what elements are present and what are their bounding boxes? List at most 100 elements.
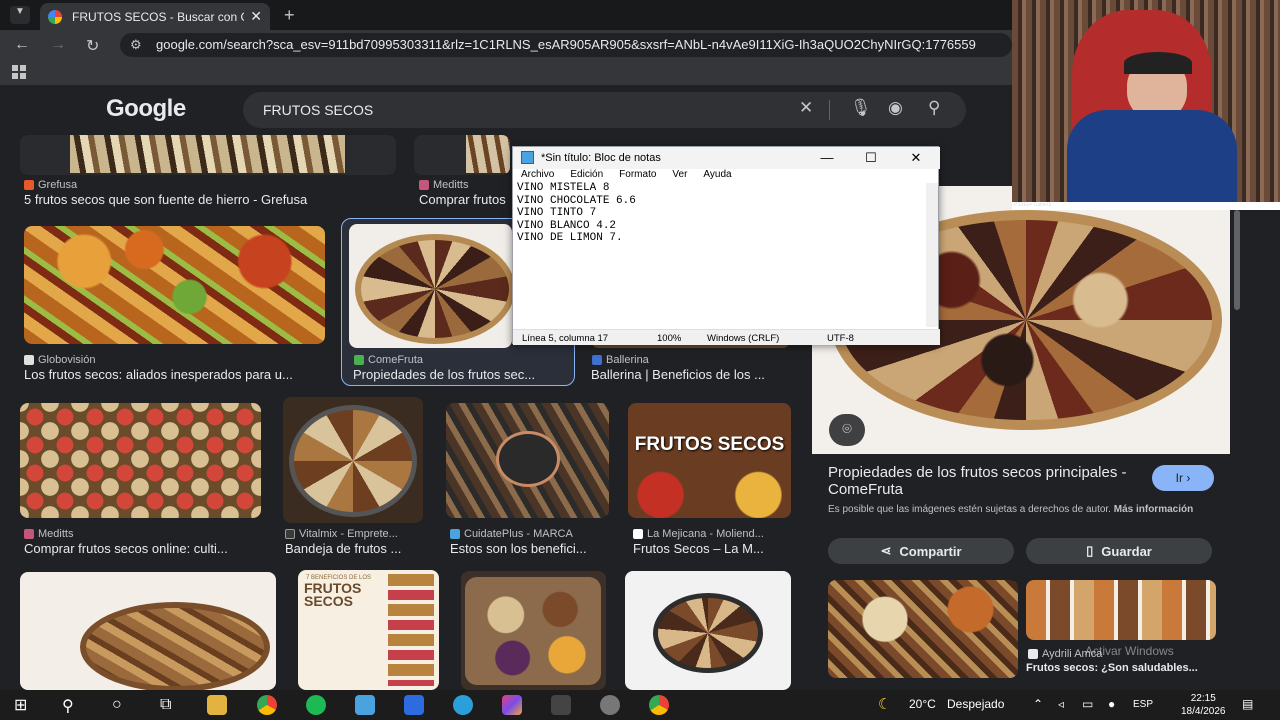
google-header: Google FRUTOS SECOS ✕ 🎙 ◉ ⚲ bbox=[0, 85, 1012, 135]
moon-weather-icon: ☾ bbox=[878, 696, 892, 713]
result-title[interactable]: Frutos Secos – La M... bbox=[633, 541, 791, 556]
notepad-text-area[interactable]: VINO MISTELA 8 VINO CHOCOLATE 6.6 VINO T… bbox=[517, 182, 922, 327]
lens-icon[interactable]: ⌾ bbox=[829, 414, 865, 446]
result-image[interactable] bbox=[24, 226, 325, 344]
search-box[interactable]: FRUTOS SECOS ✕ 🎙 ◉ ⚲ bbox=[243, 92, 966, 128]
save-button[interactable]: ▯ Guardar bbox=[1026, 538, 1212, 564]
result-image[interactable] bbox=[20, 135, 396, 175]
notification-icon[interactable]: ▤ bbox=[1242, 697, 1253, 711]
more-info-link[interactable]: Más información bbox=[1114, 504, 1193, 515]
close-button[interactable]: ✕ bbox=[894, 148, 938, 168]
weather-desc[interactable]: Despejado bbox=[947, 697, 1004, 711]
result-title[interactable]: Comprar frutos bbox=[419, 192, 511, 207]
menu-edicion[interactable]: Edición bbox=[562, 169, 611, 183]
notepad-titlebar[interactable]: *Sin título: Bloc de notas — ☐ ✕ bbox=[513, 147, 940, 169]
start-windows-icon[interactable]: ⊞ bbox=[14, 695, 27, 715]
steam-icon[interactable] bbox=[600, 695, 620, 715]
menu-ayuda[interactable]: Ayuda bbox=[695, 169, 739, 183]
notepad-window[interactable]: *Sin título: Bloc de notas — ☐ ✕ Archivo… bbox=[512, 146, 940, 345]
file-explorer-icon[interactable] bbox=[207, 695, 227, 715]
result-title[interactable]: Ballerina | Beneficios de los ... bbox=[591, 367, 789, 382]
tab-close-icon[interactable]: ✕ bbox=[250, 8, 262, 25]
taskbar: ⊞ ⚲ ○ ⧉ ☾ 20°C Despejado ⌃ ◃ ▭ ● ESP 22:… bbox=[0, 690, 1280, 720]
tab-search-button[interactable]: ▼ bbox=[10, 6, 30, 24]
scrollbar[interactable] bbox=[1234, 210, 1240, 310]
notepad-scrollbar[interactable] bbox=[926, 183, 938, 327]
back-icon[interactable]: ← bbox=[14, 36, 30, 54]
notepad-menubar: Archivo Edición Formato Ver Ayuda bbox=[513, 169, 940, 183]
favicon-icon bbox=[450, 529, 460, 539]
new-tab-button[interactable]: + bbox=[284, 5, 295, 26]
bookmarks-bar bbox=[0, 60, 1012, 85]
result-image[interactable]: FRUTOS SECOS bbox=[628, 403, 791, 518]
clear-icon[interactable]: ✕ bbox=[799, 98, 813, 118]
mic-icon[interactable]: ● bbox=[1108, 697, 1115, 711]
language-indicator[interactable]: ESP bbox=[1133, 699, 1153, 710]
favicon-icon bbox=[285, 529, 295, 539]
notepad-statusbar: Línea 5, columna 17 100% Windows (CRLF) … bbox=[513, 329, 940, 345]
person-shirt bbox=[1067, 110, 1237, 210]
cortana-icon[interactable]: ○ bbox=[112, 696, 122, 714]
favicon-icon bbox=[24, 180, 34, 190]
chrome-profile-icon[interactable] bbox=[649, 695, 669, 715]
result-image[interactable] bbox=[625, 571, 791, 690]
related-image[interactable] bbox=[1026, 580, 1216, 640]
tab-google-search[interactable]: FRUTOS SECOS - Buscar con Go ✕ bbox=[40, 3, 270, 30]
result-title[interactable]: Propiedades de los frutos sec... bbox=[353, 367, 568, 382]
menu-archivo[interactable]: Archivo bbox=[513, 169, 562, 183]
reload-icon[interactable]: ↻ bbox=[86, 36, 99, 56]
menu-formato[interactable]: Formato bbox=[611, 169, 664, 183]
result-image[interactable] bbox=[20, 572, 276, 690]
result-title[interactable]: Comprar frutos secos online: culti... bbox=[24, 541, 261, 556]
minimize-button[interactable]: — bbox=[805, 148, 849, 168]
related-image[interactable] bbox=[828, 580, 1018, 678]
chrome-icon[interactable] bbox=[257, 695, 277, 715]
clock[interactable]: 22:15 18/4/2026 bbox=[1181, 692, 1226, 718]
app-icon[interactable] bbox=[404, 695, 424, 715]
result-title[interactable]: Estos son los benefici... bbox=[450, 541, 609, 556]
search-icon[interactable]: ⚲ bbox=[62, 696, 74, 716]
volume-icon[interactable]: ◃ bbox=[1058, 697, 1064, 711]
result-image[interactable] bbox=[414, 135, 510, 175]
edge-icon[interactable] bbox=[453, 695, 473, 715]
result-image[interactable] bbox=[446, 403, 609, 518]
notepad-taskbar-icon[interactable] bbox=[355, 695, 375, 715]
result-source: La Mejicana - Moliend... bbox=[633, 528, 764, 540]
search-query[interactable]: FRUTOS SECOS bbox=[263, 102, 373, 118]
result-image[interactable]: 7 BENEFICIOS DE LOS FRUTOS SECOS bbox=[298, 570, 439, 690]
result-image[interactable] bbox=[349, 224, 512, 348]
search-icon[interactable]: ⚲ bbox=[928, 98, 940, 118]
site-info-icon[interactable]: ⚙ bbox=[130, 33, 142, 57]
result-image[interactable] bbox=[283, 397, 423, 523]
mic-icon[interactable]: 🎙 bbox=[850, 98, 872, 118]
network-icon[interactable]: ▭ bbox=[1082, 697, 1093, 711]
lens-icon[interactable]: ◉ bbox=[888, 98, 903, 118]
google-logo[interactable]: Google bbox=[106, 95, 186, 123]
chrome-window: ▼ FRUTOS SECOS - Buscar con Go ✕ + ← → ↻… bbox=[0, 0, 1242, 690]
chevron-up-icon[interactable]: ⌃ bbox=[1033, 697, 1043, 711]
share-icon: ⋖ bbox=[880, 543, 892, 558]
forward-icon[interactable]: → bbox=[50, 36, 66, 54]
result-title[interactable]: 5 frutos secos que son fuente de hierro … bbox=[24, 192, 354, 207]
weather-temp[interactable]: 20°C bbox=[909, 697, 936, 711]
copilot-icon[interactable] bbox=[502, 695, 522, 715]
result-source: Vitalmix - Emprete... bbox=[285, 528, 398, 540]
maximize-button[interactable]: ☐ bbox=[849, 148, 893, 168]
menu-ver[interactable]: Ver bbox=[664, 169, 695, 183]
obs-icon[interactable] bbox=[551, 695, 571, 715]
apps-grid-icon[interactable] bbox=[12, 65, 26, 79]
task-view-icon[interactable]: ⧉ bbox=[160, 696, 171, 714]
result-title[interactable]: Los frutos secos: aliados inesperados pa… bbox=[24, 367, 324, 382]
result-image[interactable] bbox=[20, 403, 261, 518]
share-button[interactable]: ⋖ Compartir bbox=[828, 538, 1014, 564]
result-image[interactable] bbox=[461, 571, 606, 690]
favicon-icon bbox=[1028, 649, 1038, 659]
address-bar[interactable]: ⚙ google.com/search?sca_esv=911bd7099530… bbox=[120, 33, 1012, 57]
favicon-icon bbox=[354, 355, 364, 365]
panel-title[interactable]: Propiedades de los frutos secos principa… bbox=[828, 464, 1148, 498]
result-title[interactable]: Bandeja de frutos ... bbox=[285, 541, 425, 556]
chevron-right-icon: › bbox=[1186, 471, 1191, 485]
spotify-icon[interactable] bbox=[306, 695, 326, 715]
visit-button[interactable]: Ir › bbox=[1152, 465, 1214, 491]
related-title[interactable]: Frutos secos: ¿Son saludables... bbox=[1026, 662, 1216, 674]
